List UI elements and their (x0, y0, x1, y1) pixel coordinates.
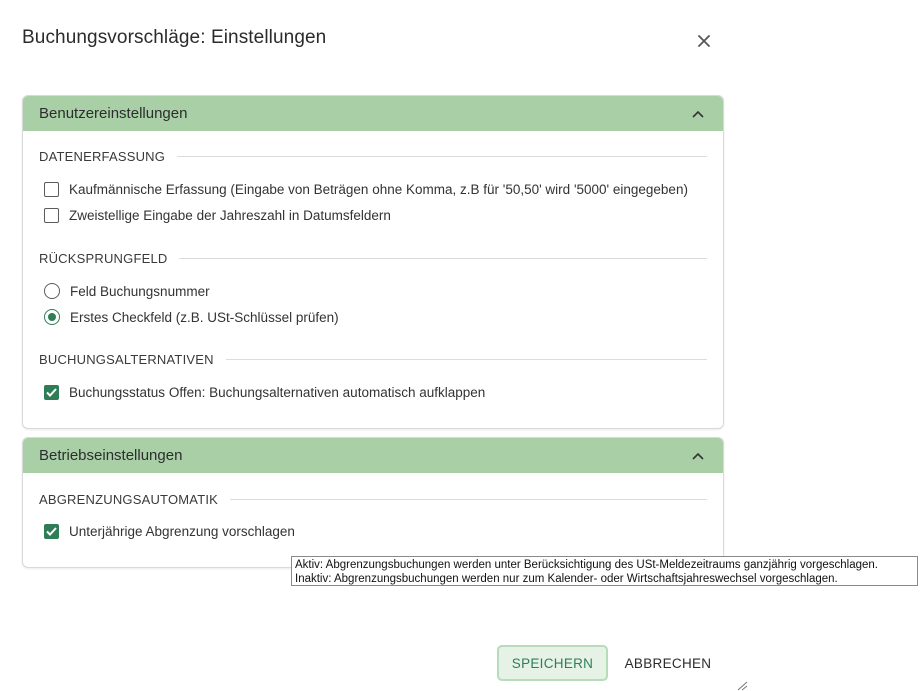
panel-header-company-settings[interactable]: Betriebseinstellungen (23, 438, 723, 473)
dialog-title: Buchungsvorschläge: Einstellungen (22, 27, 327, 48)
checkbox-label: Unterjährige Abgrenzung vorschlagen (69, 524, 295, 539)
cancel-button-label: ABBRECHEN (624, 655, 712, 671)
radio-feld-buchungsnummer[interactable]: Feld Buchungsnummer (44, 283, 210, 299)
cancel-button[interactable]: ABBRECHEN (616, 646, 720, 680)
checkmark-icon (46, 388, 57, 397)
section-abgrenzungsautomatik: ABGRENZUNGSAUTOMATIK (39, 492, 707, 507)
divider (177, 156, 707, 157)
close-button[interactable] (693, 30, 715, 52)
checkbox-buchungsalternativen-aufklappen[interactable]: Buchungsstatus Offen: Buchungsalternativ… (44, 385, 485, 400)
radio-erstes-checkfeld[interactable]: Erstes Checkfeld (z.B. USt-Schlüssel prü… (44, 309, 339, 325)
checkbox-unterjaehrige-abgrenzung[interactable]: Unterjährige Abgrenzung vorschlagen (44, 524, 295, 539)
checkbox-checked[interactable] (44, 385, 59, 400)
tooltip-line: Inaktiv: Abgrenzungsbuchungen werden nur… (295, 573, 838, 585)
radio-button-selected[interactable] (44, 309, 60, 325)
section-title: DATENERFASSUNG (39, 149, 166, 164)
checkbox-zweistellige-jahreszahl[interactable]: Zweistellige Eingabe der Jahreszahl in D… (44, 208, 391, 223)
panel-user-settings: Benutzereinstellungen DATENERFASSUNG Kau… (22, 95, 724, 429)
section-datenerfassung: DATENERFASSUNG (39, 149, 707, 164)
chevron-up-icon[interactable] (689, 447, 707, 465)
checkbox-label: Kaufmännische Erfassung (Eingabe von Bet… (69, 182, 688, 197)
section-ruecksprungfeld: RÜCKSPRUNGFELD (39, 251, 707, 266)
section-title: BUCHUNGSALTERNATIVEN (39, 352, 214, 367)
panel-title: Betriebseinstellungen (39, 447, 183, 464)
save-button[interactable]: SPEICHERN (497, 645, 608, 681)
panel-title: Benutzereinstellungen (39, 105, 188, 122)
divider (179, 258, 707, 259)
section-title: ABGRENZUNGSAUTOMATIK (39, 492, 219, 507)
checkmark-icon (46, 527, 57, 536)
section-title: RÜCKSPRUNGFELD (39, 251, 168, 266)
checkbox-checked[interactable] (44, 524, 59, 539)
panel-company-settings: Betriebseinstellungen ABGRENZUNGSAUTOMAT… (22, 437, 724, 568)
tooltip: Aktiv: Abgrenzungsbuchungen werden unter… (291, 556, 918, 586)
tooltip-line: Aktiv: Abgrenzungsbuchungen werden unter… (295, 559, 879, 571)
checkbox-kaufmaennische-erfassung[interactable]: Kaufmännische Erfassung (Eingabe von Bet… (44, 182, 688, 197)
chevron-up-icon[interactable] (689, 105, 707, 123)
radio-label: Feld Buchungsnummer (70, 283, 210, 299)
divider (230, 499, 707, 500)
radio-button[interactable] (44, 283, 60, 299)
checkbox-label: Buchungsstatus Offen: Buchungsalternativ… (69, 385, 486, 400)
close-icon (698, 35, 710, 47)
panel-header-user-settings[interactable]: Benutzereinstellungen (23, 96, 723, 131)
checkbox[interactable] (44, 208, 59, 223)
checkbox-label: Zweistellige Eingabe der Jahreszahl in D… (69, 208, 391, 223)
save-button-label: SPEICHERN (511, 655, 594, 671)
resize-handle-icon[interactable] (736, 681, 748, 691)
divider (225, 359, 707, 360)
section-buchungsalternativen: BUCHUNGSALTERNATIVEN (39, 352, 707, 367)
checkbox[interactable] (44, 182, 59, 197)
radio-label: Erstes Checkfeld (z.B. USt-Schlüssel prü… (70, 309, 339, 325)
